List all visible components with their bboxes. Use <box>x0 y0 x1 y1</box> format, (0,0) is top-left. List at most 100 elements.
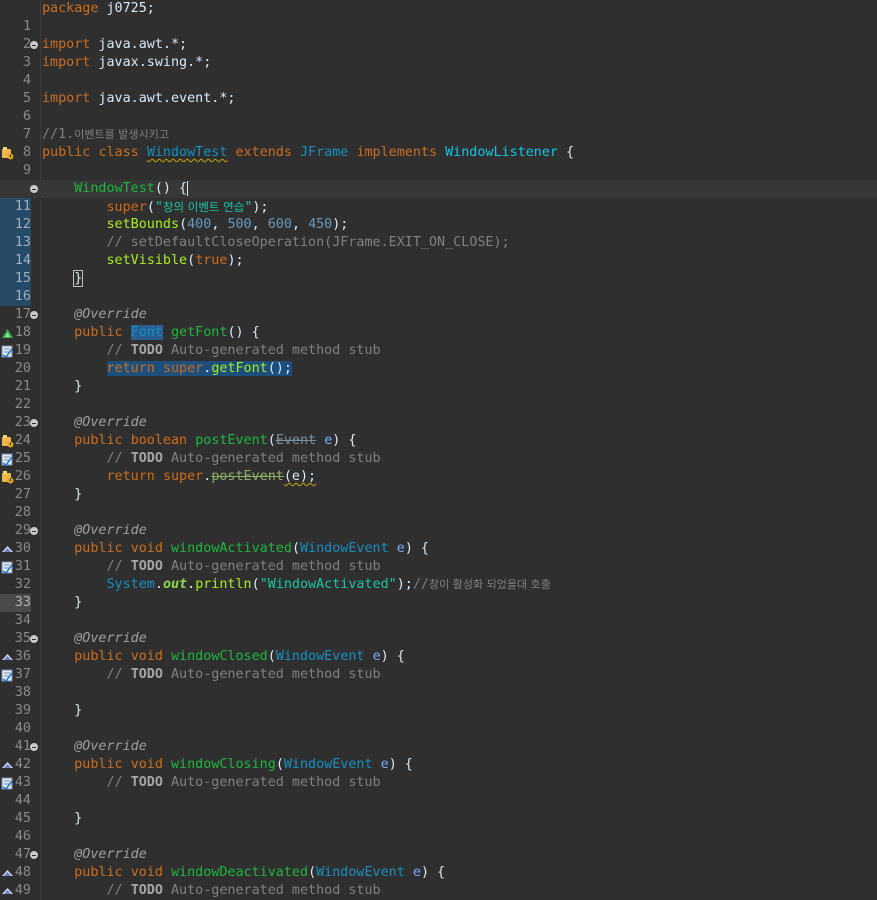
code-line[interactable]: 6 import java.awt.event.*; <box>0 90 877 124</box>
code-line[interactable]: 48 @Override <box>0 846 877 880</box>
code-text: public void windowClosed(WindowEvent e) … <box>74 649 405 664</box>
code-line[interactable]: 36 @Override <box>0 630 877 664</box>
code-line[interactable]: 41 <box>0 720 877 754</box>
code-text: return super.postEvent(e); <box>106 469 317 484</box>
fold-collapse-icon[interactable] <box>30 311 38 319</box>
code-line[interactable]: 19 public Font getFont() { <box>0 324 877 358</box>
code-line[interactable]: 30 @Override <box>0 522 877 556</box>
code-line[interactable]: 39 <box>0 684 877 718</box>
code-text: // TODO Auto-generated method stub <box>106 343 381 358</box>
code-text: System.out.println("WindowActivated");//… <box>106 577 551 592</box>
code-line[interactable]: 31 public void windowActivated(WindowEve… <box>0 540 877 574</box>
code-line[interactable]: 10 <box>0 162 877 196</box>
matching-brace: } <box>73 270 84 287</box>
code-text: @Override <box>74 307 147 322</box>
code-line[interactable]: 2 <box>0 18 877 52</box>
code-line[interactable]: 22 } <box>0 378 877 412</box>
code-line[interactable]: 44 // TODO Auto-generated method stub <box>0 774 877 808</box>
fold-collapse-icon[interactable] <box>30 851 38 859</box>
code-line[interactable]: 38 // TODO Auto-generated method stub <box>0 666 877 700</box>
code-line[interactable]: 40 } <box>0 702 877 736</box>
code-text: public void windowActivated(WindowEvent … <box>74 541 429 556</box>
code-line[interactable]: 1 package j0725; <box>0 0 877 34</box>
code-line[interactable]: 13 setBounds(400, 500, 600, 450); <box>0 216 877 252</box>
code-text: } <box>74 379 83 394</box>
code-text: // TODO Auto-generated method stub <box>106 883 381 898</box>
implements-triangle-icon[interactable] <box>1 884 14 898</box>
code-line[interactable]: 18 @Override <box>0 306 877 340</box>
text-caret <box>187 180 189 196</box>
code-text: // TODO Auto-generated method stub <box>106 667 381 682</box>
code-line[interactable]: 45 <box>0 792 877 826</box>
code-line[interactable]: 17 <box>0 288 877 322</box>
code-line[interactable]: 33 System.out.println("WindowActivated")… <box>0 576 877 612</box>
warning-lightbulb-icon[interactable] <box>1 470 14 484</box>
implements-triangle-icon[interactable] <box>1 542 14 556</box>
code-text: @Override <box>74 631 147 646</box>
code-line[interactable]: 42 @Override <box>0 738 877 772</box>
fold-collapse-icon[interactable] <box>30 743 38 751</box>
code-text: // TODO Auto-generated method stub <box>106 451 381 466</box>
code-text: WindowTest() { <box>74 180 189 196</box>
code-text: import java.awt.*; <box>42 37 188 52</box>
code-line[interactable]: 49 public void windowDeactivated(WindowE… <box>0 864 877 898</box>
task-todo-icon[interactable] <box>1 452 14 466</box>
code-line[interactable]: 43 public void windowClosing(WindowEvent… <box>0 756 877 790</box>
fold-collapse-icon[interactable] <box>30 635 38 643</box>
code-line[interactable]: 23 <box>0 396 877 430</box>
code-line[interactable]: 29 <box>0 504 877 538</box>
implements-triangle-icon[interactable] <box>1 650 14 664</box>
code-line[interactable]: 3 import java.awt.*; <box>0 36 877 70</box>
fold-collapse-icon[interactable] <box>30 419 38 427</box>
code-text: import javax.swing.*; <box>42 55 212 70</box>
code-line[interactable]: 46 } <box>0 810 877 844</box>
code-line[interactable]: 14 // setDefaultCloseOperation(JFrame.EX… <box>0 234 877 270</box>
code-text: setBounds(400, 500, 600, 450); <box>106 217 349 232</box>
code-line[interactable]: 27 return super.postEvent(e); <box>0 468 877 502</box>
warning-lightbulb-icon[interactable] <box>1 146 14 160</box>
code-text: setVisible(true); <box>106 253 244 268</box>
code-line[interactable]: 35 <box>0 612 877 646</box>
code-line[interactable]: 25 public boolean postEvent(Event e) { <box>0 432 877 466</box>
code-line[interactable]: 28 } <box>0 486 877 520</box>
code-line[interactable]: 12 super("창의 이벤트 연습"); <box>0 198 877 234</box>
code-text: } <box>74 487 83 502</box>
task-todo-icon[interactable] <box>1 560 14 574</box>
code-text: } <box>74 595 83 610</box>
task-todo-icon[interactable] <box>1 344 14 358</box>
fold-collapse-icon[interactable] <box>30 527 38 535</box>
code-text: import java.awt.event.*; <box>42 91 236 106</box>
code-line[interactable]: 15 setVisible(true); <box>0 252 877 288</box>
code-line[interactable]: 9 public class WindowTest extends JFrame… <box>0 144 877 178</box>
code-line[interactable]: 4 import javax.swing.*; <box>0 54 877 88</box>
code-line[interactable]: 5 <box>0 72 877 106</box>
code-text: public void windowDeactivated(WindowEven… <box>74 865 446 880</box>
implements-triangle-icon[interactable] <box>1 866 14 880</box>
warning-lightbulb-icon[interactable] <box>1 434 14 448</box>
current-code-line[interactable]: 11 WindowTest() { <box>0 180 877 216</box>
code-line[interactable]: 34 } <box>0 594 877 628</box>
code-line[interactable]: 7 <box>0 108 877 142</box>
code-line[interactable]: 47 <box>0 828 877 862</box>
code-line[interactable]: 26 // TODO Auto-generated method stub <box>0 450 877 484</box>
code-line[interactable]: 37 public void windowClosed(WindowEvent … <box>0 648 877 682</box>
code-line[interactable]: 16 } <box>0 270 877 306</box>
code-line[interactable]: 21 return super.getFont(); <box>0 360 877 394</box>
code-text: @Override <box>74 415 147 430</box>
code-text: public void windowClosing(WindowEvent e)… <box>74 757 413 772</box>
code-line[interactable]: 8 //1.이벤트를 발생시키고 <box>0 126 877 160</box>
code-text: public boolean postEvent(Event e) { <box>74 433 357 448</box>
implements-triangle-icon[interactable] <box>1 758 14 772</box>
code-line[interactable]: 50 // TODO Auto-generated method stub <box>0 882 877 900</box>
code-text: // TODO Auto-generated method stub <box>106 775 381 790</box>
code-line[interactable]: 32 // TODO Auto-generated method stub <box>0 558 877 592</box>
fold-collapse-icon[interactable] <box>30 185 38 193</box>
task-todo-icon[interactable] <box>1 668 14 682</box>
code-line[interactable]: 20 // TODO Auto-generated method stub <box>0 342 877 376</box>
fold-collapse-icon[interactable] <box>30 41 38 49</box>
code-text: // TODO Auto-generated method stub <box>106 559 381 574</box>
task-todo-icon[interactable] <box>1 776 14 790</box>
override-triangle-icon[interactable] <box>1 326 14 340</box>
code-line[interactable]: 24 @Override <box>0 414 877 448</box>
code-editor[interactable]: 1 package j0725; 2 3 import java.awt.*; … <box>0 0 877 900</box>
